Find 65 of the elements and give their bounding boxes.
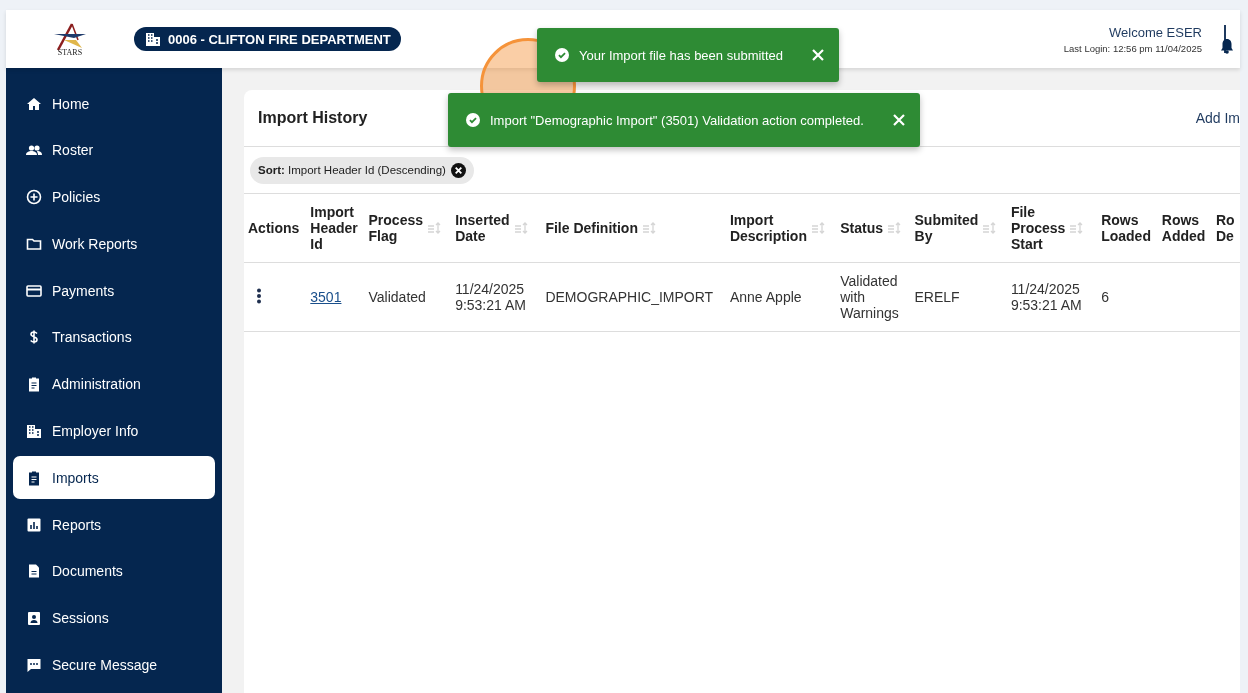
sidebar-item[interactable]: Roster xyxy=(13,128,215,172)
sidebar-item[interactable]: Payments xyxy=(13,269,215,313)
sort-icon[interactable] xyxy=(641,221,658,235)
logo: STARS xyxy=(52,21,88,57)
sidebar-item[interactable]: Imports xyxy=(13,456,215,500)
close-icon[interactable] xyxy=(891,113,906,127)
column-header: File Process Start xyxy=(1010,204,1066,252)
nav-icon xyxy=(26,95,42,112)
column-header: Status xyxy=(840,220,883,236)
sort-icon[interactable] xyxy=(513,221,530,235)
sidebar-item[interactable]: Transactions xyxy=(13,316,215,359)
sort-icon[interactable] xyxy=(810,221,827,235)
sidebar-item[interactable]: Employer Info xyxy=(13,409,215,453)
nav-icon xyxy=(26,189,42,206)
table-cell: 6 xyxy=(1101,289,1109,305)
column-header: Inserted Date xyxy=(455,212,510,244)
column-header: Rows Added xyxy=(1161,212,1206,244)
card-title: Import History xyxy=(258,109,368,127)
nav-icon xyxy=(26,423,42,440)
column-header: File Definition xyxy=(545,220,638,236)
check-circle-icon xyxy=(555,48,569,62)
sidebar-item[interactable]: Documents xyxy=(13,549,215,593)
column-header: Import Description xyxy=(729,212,807,244)
column-header: Ro De xyxy=(1215,212,1235,244)
nav-icon xyxy=(26,610,42,627)
nav-icon xyxy=(26,516,42,533)
table-cell: Validated xyxy=(368,289,426,305)
table-cell-text: 11/24/2025 9:53:21 AM xyxy=(1010,281,1083,313)
column-header: Process Flag xyxy=(368,212,423,244)
import-id-link[interactable]: 3501 xyxy=(310,289,342,305)
more-options-icon[interactable] xyxy=(256,287,262,304)
table-cell-text: Anne Apple xyxy=(729,289,803,305)
nav-icon xyxy=(26,282,42,299)
check-circle-icon xyxy=(466,113,480,127)
sort-chip-text: Sort: Import Header Id (Descending) xyxy=(258,164,446,176)
nav-icon xyxy=(26,469,42,486)
sort-icon[interactable] xyxy=(427,221,443,235)
remove-sort-icon[interactable] xyxy=(450,162,466,178)
add-import-button[interactable]: Add Im xyxy=(1195,110,1240,126)
toast-message: Your Import file has been submitted xyxy=(579,47,784,63)
column-header: Actions xyxy=(248,220,300,236)
sidebar-item[interactable]: Work Reports xyxy=(13,222,215,266)
nav-icon xyxy=(26,657,42,674)
nav-icon xyxy=(26,376,42,393)
sidebar-item[interactable]: Secure Message xyxy=(13,643,215,687)
sidebar-item[interactable]: Policies xyxy=(13,175,215,219)
sort-icon[interactable] xyxy=(887,221,903,235)
column-header: Rows Loaded xyxy=(1101,212,1151,244)
sidebar-item[interactable]: Home xyxy=(13,82,215,125)
organization-badge: 0006 - CLIFTON FIRE DEPARTMENT xyxy=(134,27,401,51)
welcome-text: Welcome ESER xyxy=(1109,24,1202,40)
close-icon[interactable] xyxy=(811,48,826,62)
sidebar-item[interactable]: Sessions xyxy=(13,596,215,640)
notification-bell-icon[interactable] xyxy=(1220,38,1234,54)
table-cell-text: DEMOGRAPHIC_IMPORT xyxy=(545,289,715,305)
last-login-text: Last Login: 12:56 pm 11/04/2025 xyxy=(1063,42,1202,54)
table-cell: Validated with Warnings xyxy=(840,273,899,321)
column-header: Submited By xyxy=(914,212,979,244)
table-cell-text: 11/24/2025 9:53:21 AM xyxy=(455,281,527,313)
sidebar-item[interactable]: Administration xyxy=(13,362,215,406)
sidebar-item[interactable]: Reports xyxy=(13,503,215,547)
column-header: Import Header Id xyxy=(310,204,358,252)
toast-message: Import "Demographic Import" (3501) Validation action completed. xyxy=(490,112,864,128)
table-cell: ERELF xyxy=(914,289,960,305)
nav-icon xyxy=(26,563,42,580)
